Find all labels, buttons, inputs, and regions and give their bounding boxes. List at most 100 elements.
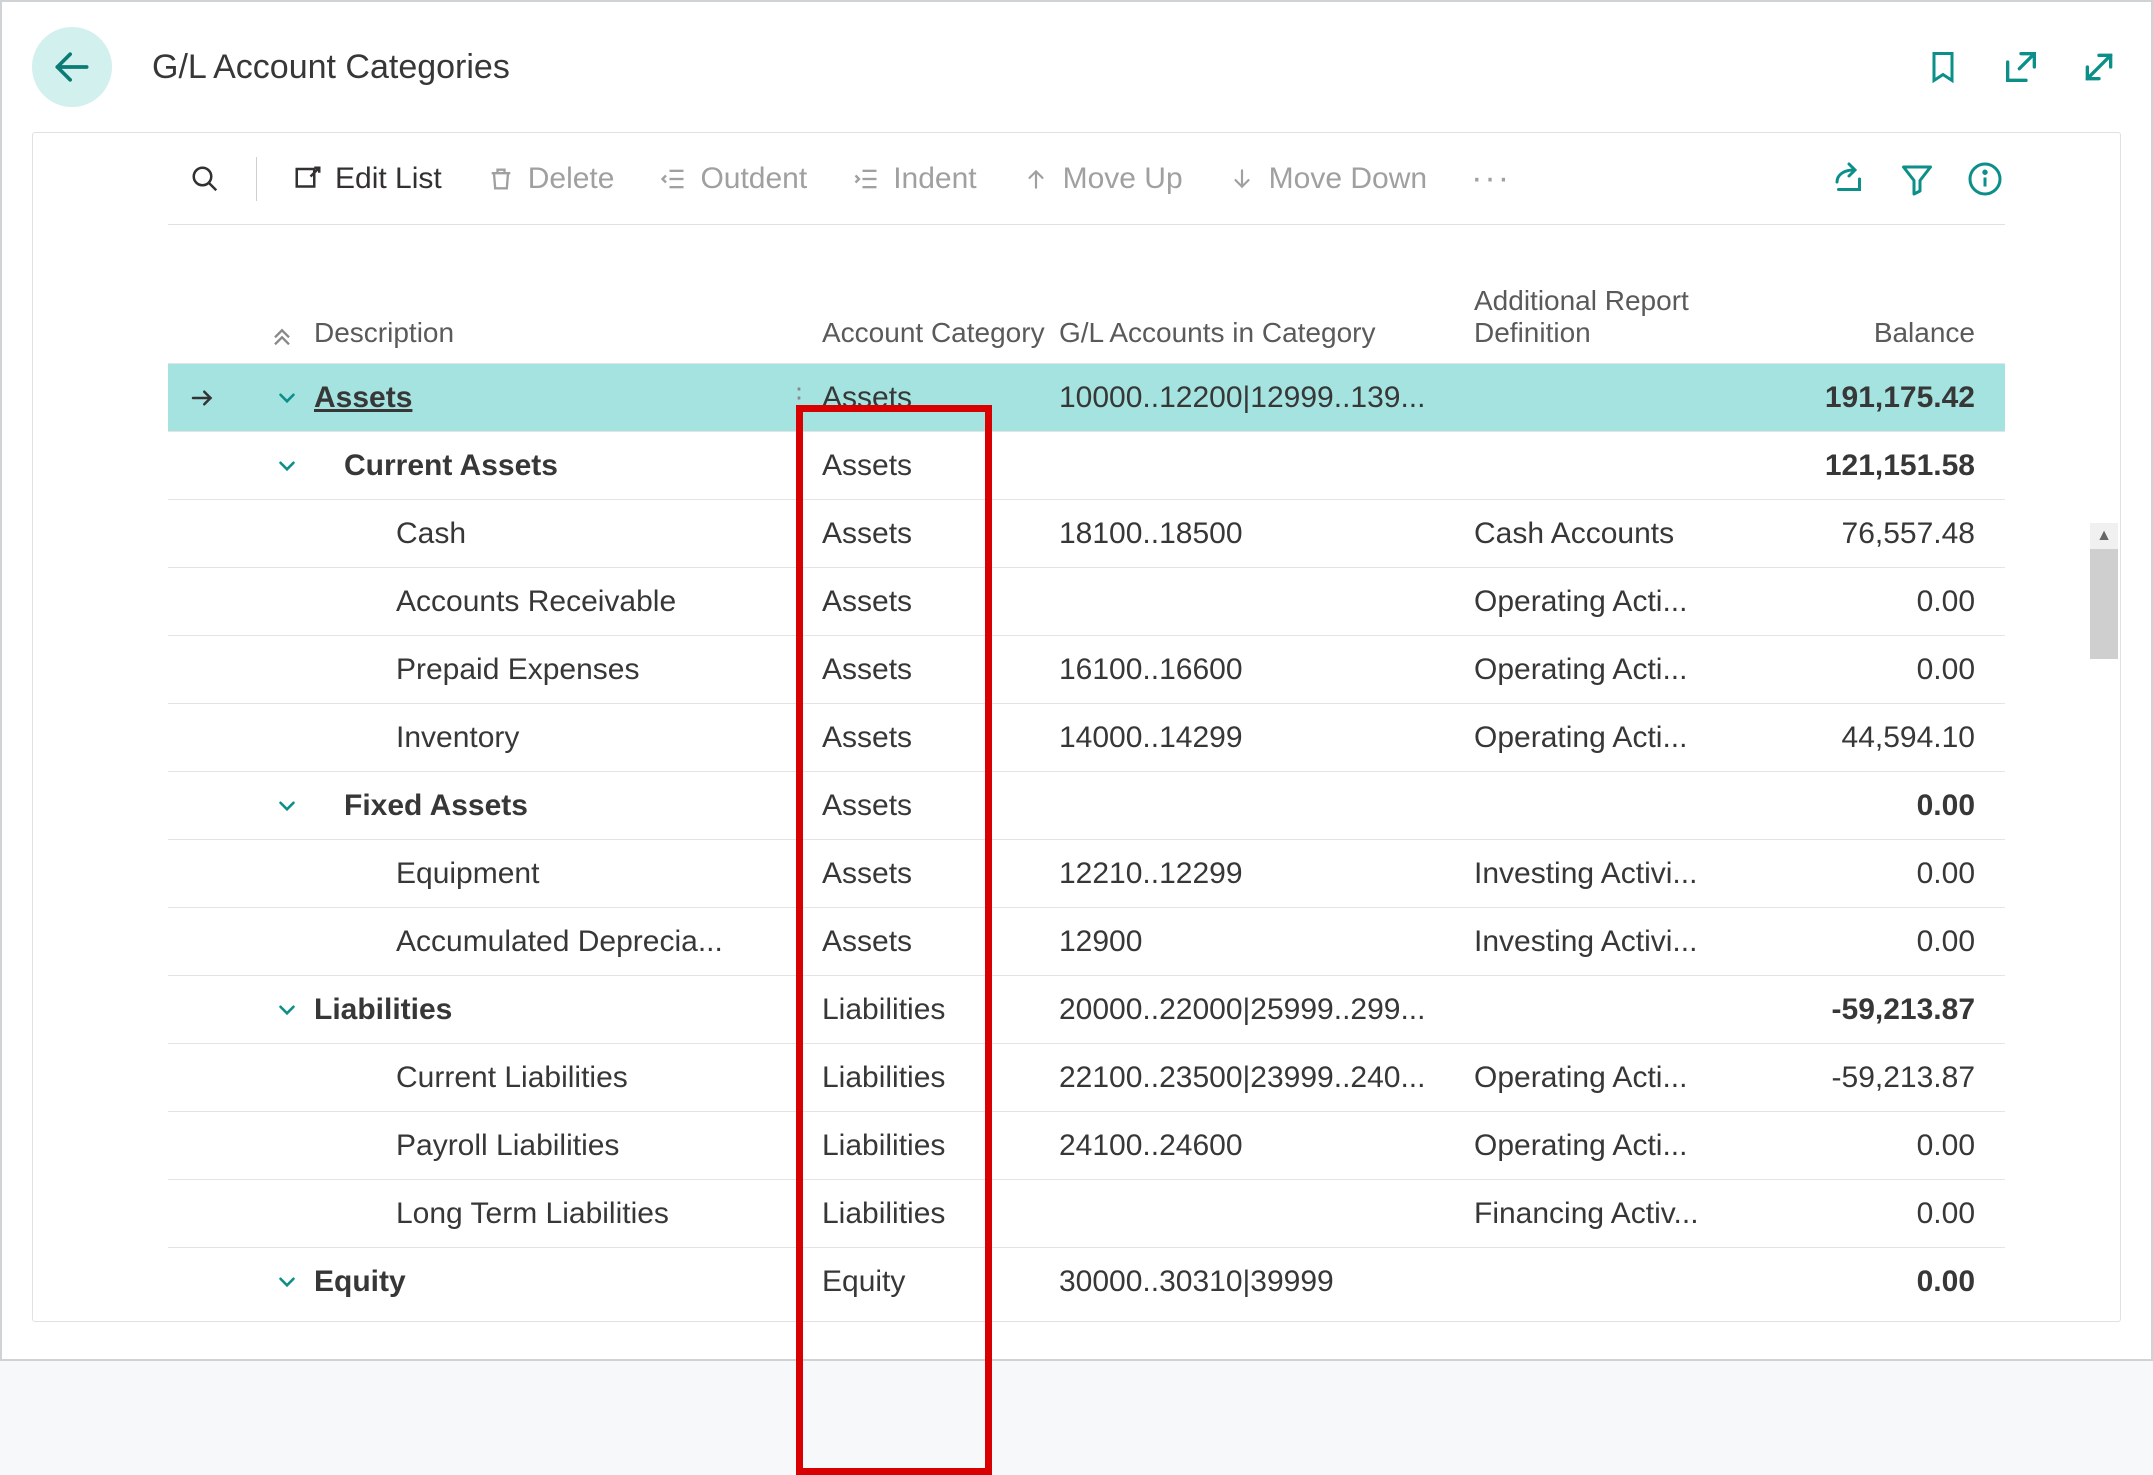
filter-button[interactable]	[1897, 159, 1937, 199]
expand-button[interactable]	[2077, 45, 2121, 89]
table-row[interactable]: EquityEquity30000..30310|399990.00	[168, 1247, 2005, 1315]
cell-description[interactable]: Cash	[314, 517, 804, 551]
table-row[interactable]: Current AssetsAssets 121,151.58	[168, 431, 2005, 499]
cell-gl-accounts[interactable]: 24100..24600	[1059, 1129, 1474, 1163]
cell-description[interactable]: Assets	[314, 381, 804, 415]
cell-account-category[interactable]: Assets	[804, 517, 1059, 551]
table-row[interactable]: Fixed AssetsAssets 0.00	[168, 771, 2005, 839]
cell-balance[interactable]: 0.00	[1764, 585, 2005, 619]
collapse-all-icon[interactable]	[268, 321, 296, 349]
cell-description[interactable]: Current Liabilities	[314, 1061, 804, 1095]
cell-account-category[interactable]: Assets	[804, 381, 1059, 415]
cell-additional[interactable]: Operating Acti...	[1474, 653, 1764, 687]
col-account-category[interactable]: Account Category	[804, 317, 1059, 349]
cell-gl-accounts[interactable]: 10000..12200|12999..139...	[1059, 381, 1474, 415]
table-row[interactable]: EquipmentAssets12210..12299Investing Act…	[168, 839, 2005, 907]
table-row[interactable]: Payroll LiabilitiesLiabilities24100..246…	[168, 1111, 2005, 1179]
col-additional[interactable]: Additional Report Definition	[1474, 285, 1764, 349]
cell-gl-accounts[interactable]: 12900	[1059, 925, 1474, 959]
row-more-icon[interactable]	[786, 382, 811, 413]
cell-additional[interactable]: Operating Acti...	[1474, 1129, 1764, 1163]
cell-balance[interactable]: 44,594.10	[1764, 721, 2005, 755]
cell-balance[interactable]: 0.00	[1764, 857, 2005, 891]
cell-description[interactable]: Inventory	[314, 721, 804, 755]
cell-account-category[interactable]: Assets	[804, 925, 1059, 959]
expand-toggle[interactable]	[238, 1269, 314, 1295]
cell-account-category[interactable]: Liabilities	[804, 993, 1059, 1027]
move-down-button[interactable]: Move Down	[1205, 154, 1449, 204]
cell-account-category[interactable]: Equity	[804, 1265, 1059, 1299]
cell-account-category[interactable]: Assets	[804, 585, 1059, 619]
cell-additional[interactable]: Operating Acti...	[1474, 1061, 1764, 1095]
info-button[interactable]	[1965, 159, 2005, 199]
cell-balance[interactable]: 0.00	[1764, 1265, 2005, 1299]
cell-description[interactable]: Accounts Receivable	[314, 585, 804, 619]
bookmark-button[interactable]	[1921, 45, 1965, 89]
cell-description[interactable]: Equity	[314, 1265, 804, 1299]
edit-list-button[interactable]: Edit List	[271, 154, 464, 204]
expand-toggle[interactable]	[238, 793, 314, 819]
cell-description[interactable]: Current Assets	[314, 449, 804, 483]
cell-additional[interactable]: Financing Activ...	[1474, 1197, 1764, 1231]
cell-account-category[interactable]: Assets	[804, 789, 1059, 823]
cell-gl-accounts[interactable]: 16100..16600	[1059, 653, 1474, 687]
cell-account-category[interactable]: Assets	[804, 721, 1059, 755]
scrollbar-up-arrow[interactable]: ▲	[2090, 523, 2118, 549]
expand-toggle[interactable]	[238, 997, 314, 1023]
col-balance[interactable]: Balance	[1764, 317, 2005, 349]
table-row[interactable]: Accumulated Deprecia...Assets12900Invest…	[168, 907, 2005, 975]
col-description[interactable]: Description	[314, 317, 804, 349]
expand-toggle[interactable]	[238, 385, 314, 411]
table-row[interactable]: CashAssets18100..18500Cash Accounts76,55…	[168, 499, 2005, 567]
cell-balance[interactable]: 0.00	[1764, 789, 2005, 823]
outdent-button[interactable]: Outdent	[636, 154, 829, 204]
cell-additional[interactable]: Investing Activi...	[1474, 857, 1764, 891]
cell-gl-accounts[interactable]: 18100..18500	[1059, 517, 1474, 551]
cell-account-category[interactable]: Liabilities	[804, 1061, 1059, 1095]
more-actions-button[interactable]: ···	[1449, 151, 1533, 206]
table-row[interactable]: Prepaid ExpensesAssets16100..16600Operat…	[168, 635, 2005, 703]
cell-additional[interactable]: Investing Activi...	[1474, 925, 1764, 959]
cell-gl-accounts[interactable]: 14000..14299	[1059, 721, 1474, 755]
cell-description[interactable]: Prepaid Expenses	[314, 653, 804, 687]
cell-additional[interactable]: Operating Acti...	[1474, 721, 1764, 755]
table-row[interactable]: Current LiabilitiesLiabilities22100..235…	[168, 1043, 2005, 1111]
cell-description[interactable]: Equipment	[314, 857, 804, 891]
table-row[interactable]: LiabilitiesLiabilities20000..22000|25999…	[168, 975, 2005, 1043]
cell-balance[interactable]: -59,213.87	[1764, 1061, 2005, 1095]
delete-button[interactable]: Delete	[464, 154, 637, 204]
indent-button[interactable]: Indent	[829, 154, 998, 204]
cell-balance[interactable]: 76,557.48	[1764, 517, 2005, 551]
cell-balance[interactable]: 121,151.58	[1764, 449, 2005, 483]
cell-account-category[interactable]: Assets	[804, 449, 1059, 483]
move-up-button[interactable]: Move Up	[999, 154, 1205, 204]
cell-account-category[interactable]: Liabilities	[804, 1197, 1059, 1231]
expand-toggle[interactable]	[238, 453, 314, 479]
cell-gl-accounts[interactable]: 12210..12299	[1059, 857, 1474, 891]
cell-account-category[interactable]: Liabilities	[804, 1129, 1059, 1163]
table-row[interactable]: Accounts ReceivableAssets Operating Acti.…	[168, 567, 2005, 635]
cell-balance[interactable]: 0.00	[1764, 1129, 2005, 1163]
cell-additional[interactable]: Operating Acti...	[1474, 585, 1764, 619]
cell-gl-accounts[interactable]: 30000..30310|39999	[1059, 1265, 1474, 1299]
cell-balance[interactable]: 0.00	[1764, 925, 2005, 959]
cell-account-category[interactable]: Assets	[804, 857, 1059, 891]
table-row[interactable]: InventoryAssets14000..14299Operating Act…	[168, 703, 2005, 771]
cell-description[interactable]: Long Term Liabilities	[314, 1197, 804, 1231]
scrollbar-thumb[interactable]	[2090, 549, 2118, 659]
share-button[interactable]	[1829, 159, 1869, 199]
cell-balance[interactable]: 0.00	[1764, 1197, 2005, 1231]
cell-balance[interactable]: 0.00	[1764, 653, 2005, 687]
cell-description[interactable]: Liabilities	[314, 993, 804, 1027]
cell-balance[interactable]: 191,175.42	[1764, 381, 2005, 415]
cell-description[interactable]: Accumulated Deprecia...	[314, 925, 804, 959]
cell-gl-accounts[interactable]: 22100..23500|23999..240...	[1059, 1061, 1474, 1095]
table-row[interactable]: AssetsAssets10000..12200|12999..139...19…	[168, 363, 2005, 431]
popout-button[interactable]	[1999, 45, 2043, 89]
back-button[interactable]	[32, 27, 112, 107]
cell-description[interactable]: Fixed Assets	[314, 789, 804, 823]
col-gl-accounts[interactable]: G/L Accounts in Category	[1059, 317, 1474, 349]
table-row[interactable]: Long Term LiabilitiesLiabilities Financin…	[168, 1179, 2005, 1247]
cell-gl-accounts[interactable]: 20000..22000|25999..299...	[1059, 993, 1474, 1027]
cell-balance[interactable]: -59,213.87	[1764, 993, 2005, 1027]
